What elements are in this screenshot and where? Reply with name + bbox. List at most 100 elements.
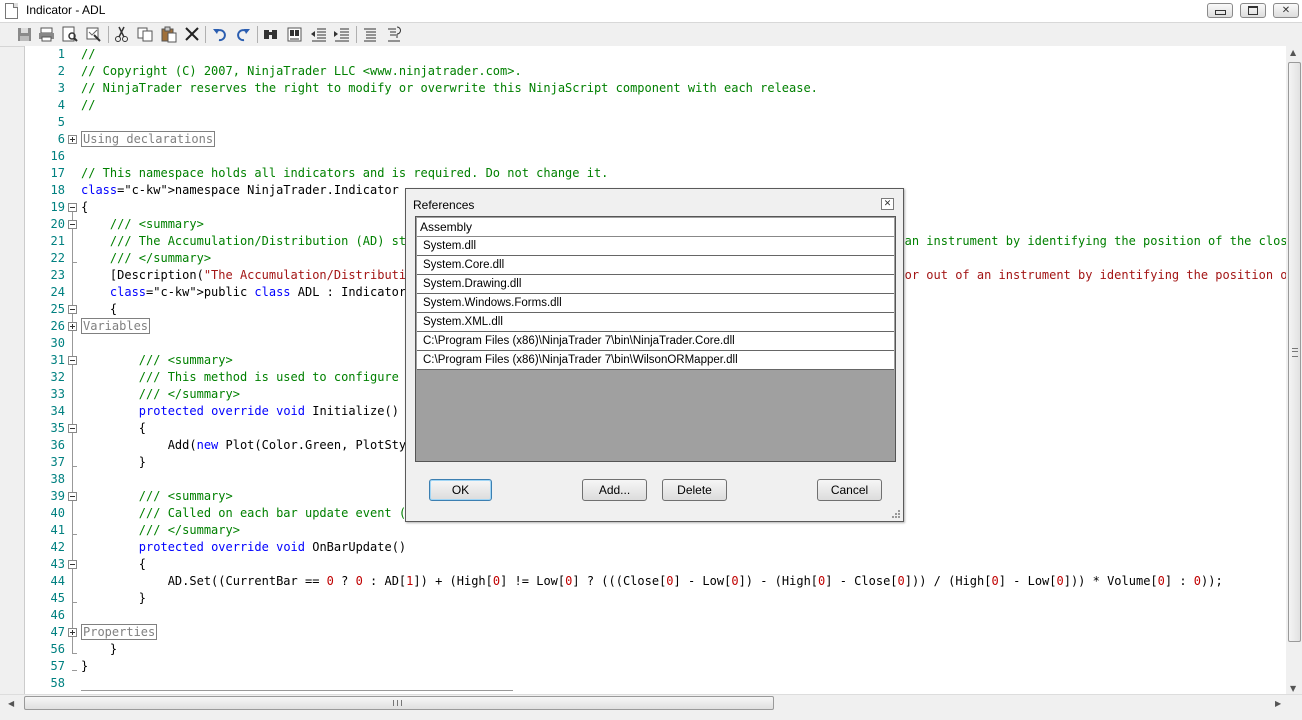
- code-line[interactable]: 16: [25, 148, 1287, 165]
- cut-icon[interactable]: [113, 26, 131, 43]
- code-text: Using declarations: [81, 131, 216, 148]
- minimize-icon: [1208, 4, 1232, 17]
- close-button[interactable]: ✕: [1273, 3, 1299, 18]
- code-line[interactable]: 44 AD.Set((CurrentBar == 0 ? 0 : AD[1]) …: [25, 573, 1287, 590]
- paste-icon[interactable]: [160, 26, 178, 43]
- code-line[interactable]: 45 }: [25, 590, 1287, 607]
- code-text: //: [81, 98, 96, 112]
- code-line[interactable]: 43 {: [25, 556, 1287, 573]
- list-item[interactable]: C:\Program Files (x86)\NinjaTrader 7\bin…: [417, 332, 894, 351]
- collapse-icon[interactable]: [68, 492, 77, 501]
- collapsed-region[interactable]: Variables: [81, 318, 151, 334]
- code-text: {: [81, 557, 147, 571]
- code-line[interactable]: 46: [25, 607, 1287, 624]
- code-text: // Copyright (C) 2007, NinjaTrader LLC <…: [81, 64, 522, 78]
- collapse-icon[interactable]: [68, 305, 77, 314]
- region-underline: [81, 690, 513, 691]
- code-line[interactable]: 17 // This namespace holds all indicators…: [25, 165, 1287, 182]
- copy-icon[interactable]: [136, 26, 154, 43]
- comment-icon[interactable]: [361, 26, 379, 43]
- maximize-button[interactable]: [1240, 3, 1266, 18]
- outline-end-tick: [72, 602, 77, 603]
- collapsed-region[interactable]: Using declarations: [81, 131, 216, 147]
- print-preview-icon[interactable]: [61, 26, 79, 43]
- redo-icon[interactable]: [234, 26, 252, 43]
- line-number: 38: [50, 472, 65, 486]
- toolbar-separator: [205, 26, 206, 43]
- code-text: AD.Set((CurrentBar == 0 ? 0 : AD[1]) + (…: [81, 574, 1223, 588]
- code-line[interactable]: 57}: [25, 658, 1287, 675]
- expand-icon[interactable]: [68, 628, 77, 637]
- save-icon[interactable]: [16, 26, 34, 43]
- cancel-button[interactable]: Cancel: [817, 479, 882, 501]
- line-number: 23: [50, 268, 65, 282]
- line-number: 5: [57, 115, 65, 129]
- list-item[interactable]: System.Drawing.dll: [417, 275, 894, 294]
- vertical-scrollbar-thumb[interactable]: [1288, 62, 1301, 642]
- collapse-icon[interactable]: [68, 203, 77, 212]
- list-item[interactable]: System.dll: [417, 237, 894, 256]
- restore-icon: [1241, 4, 1265, 17]
- outdent-icon[interactable]: [310, 26, 328, 43]
- compile-icon[interactable]: [85, 26, 103, 43]
- collapse-icon[interactable]: [68, 220, 77, 229]
- find-replace-icon[interactable]: [286, 26, 304, 43]
- expand-icon[interactable]: [68, 135, 77, 144]
- code-text: }: [81, 591, 147, 605]
- code-line[interactable]: 2 // Copyright (C) 2007, NinjaTrader LLC …: [25, 63, 1287, 80]
- code-line[interactable]: 5: [25, 114, 1287, 131]
- collapsed-region[interactable]: Properties: [81, 624, 158, 640]
- list-item[interactable]: System.Windows.Forms.dll: [417, 294, 894, 313]
- code-line[interactable]: 42 protected override void OnBarUpdate(): [25, 539, 1287, 556]
- find-icon[interactable]: [262, 26, 280, 43]
- expand-icon[interactable]: [68, 322, 77, 331]
- scroll-up-icon[interactable]: ▲: [1290, 48, 1296, 57]
- line-number: 24: [50, 285, 65, 299]
- list-item[interactable]: System.Core.dll: [417, 256, 894, 275]
- code-text: // NinjaTrader reserves the right to mod…: [81, 81, 818, 95]
- indent-icon[interactable]: [333, 26, 351, 43]
- assembly-list[interactable]: Assembly System.dll System.Core.dll Syst…: [415, 216, 896, 462]
- code-line[interactable]: 41 /// </summary>: [25, 522, 1287, 539]
- code-line[interactable]: 3 // NinjaTrader reserves the right to mo…: [25, 80, 1287, 97]
- horizontal-scrollbar-thumb[interactable]: [24, 696, 774, 710]
- collapse-icon[interactable]: [68, 424, 77, 433]
- scroll-down-icon[interactable]: ▼: [1290, 684, 1296, 693]
- line-number: 57: [50, 659, 65, 673]
- document-icon: [5, 3, 18, 19]
- code-line[interactable]: 56 }: [25, 641, 1287, 658]
- scroll-right-icon[interactable]: ▶: [1275, 699, 1281, 708]
- line-number: 31: [50, 353, 65, 367]
- line-number: 20: [50, 217, 65, 231]
- list-item[interactable]: System.XML.dll: [417, 313, 894, 332]
- scroll-left-icon[interactable]: ◀: [8, 699, 14, 708]
- ok-button[interactable]: OK: [429, 479, 492, 501]
- delete-button[interactable]: Delete: [662, 479, 727, 501]
- dialog-close-button[interactable]: ✕: [881, 198, 894, 210]
- code-text: /// <summary>: [109, 217, 204, 231]
- add-button[interactable]: Add...: [582, 479, 647, 501]
- line-number: 4: [57, 98, 65, 112]
- delete-icon[interactable]: [183, 26, 201, 43]
- code-text: /// <summary>: [138, 489, 233, 503]
- code-line[interactable]: 6 Using declarations: [25, 131, 1287, 148]
- code-text: Properties: [81, 624, 158, 641]
- column-header-assembly[interactable]: Assembly: [417, 218, 894, 237]
- line-number: 44: [50, 574, 65, 588]
- resize-grip-icon[interactable]: [891, 509, 901, 519]
- minimize-button[interactable]: [1207, 3, 1233, 18]
- collapse-icon[interactable]: [68, 356, 77, 365]
- code-line[interactable]: 4 //: [25, 97, 1287, 114]
- outline-end-tick: [72, 534, 77, 535]
- code-text: {: [81, 421, 147, 435]
- line-number: 2: [57, 64, 65, 78]
- undo-icon[interactable]: [211, 26, 229, 43]
- uncomment-icon[interactable]: [385, 26, 403, 43]
- line-number: 30: [50, 336, 65, 350]
- code-line[interactable]: 47 Properties: [25, 624, 1287, 641]
- list-item[interactable]: C:\Program Files (x86)\NinjaTrader 7\bin…: [417, 351, 894, 370]
- title-bar: Indicator - ADL ✕: [0, 0, 1302, 23]
- code-line[interactable]: 1 //: [25, 46, 1287, 63]
- collapse-icon[interactable]: [68, 560, 77, 569]
- print-icon[interactable]: [38, 26, 56, 43]
